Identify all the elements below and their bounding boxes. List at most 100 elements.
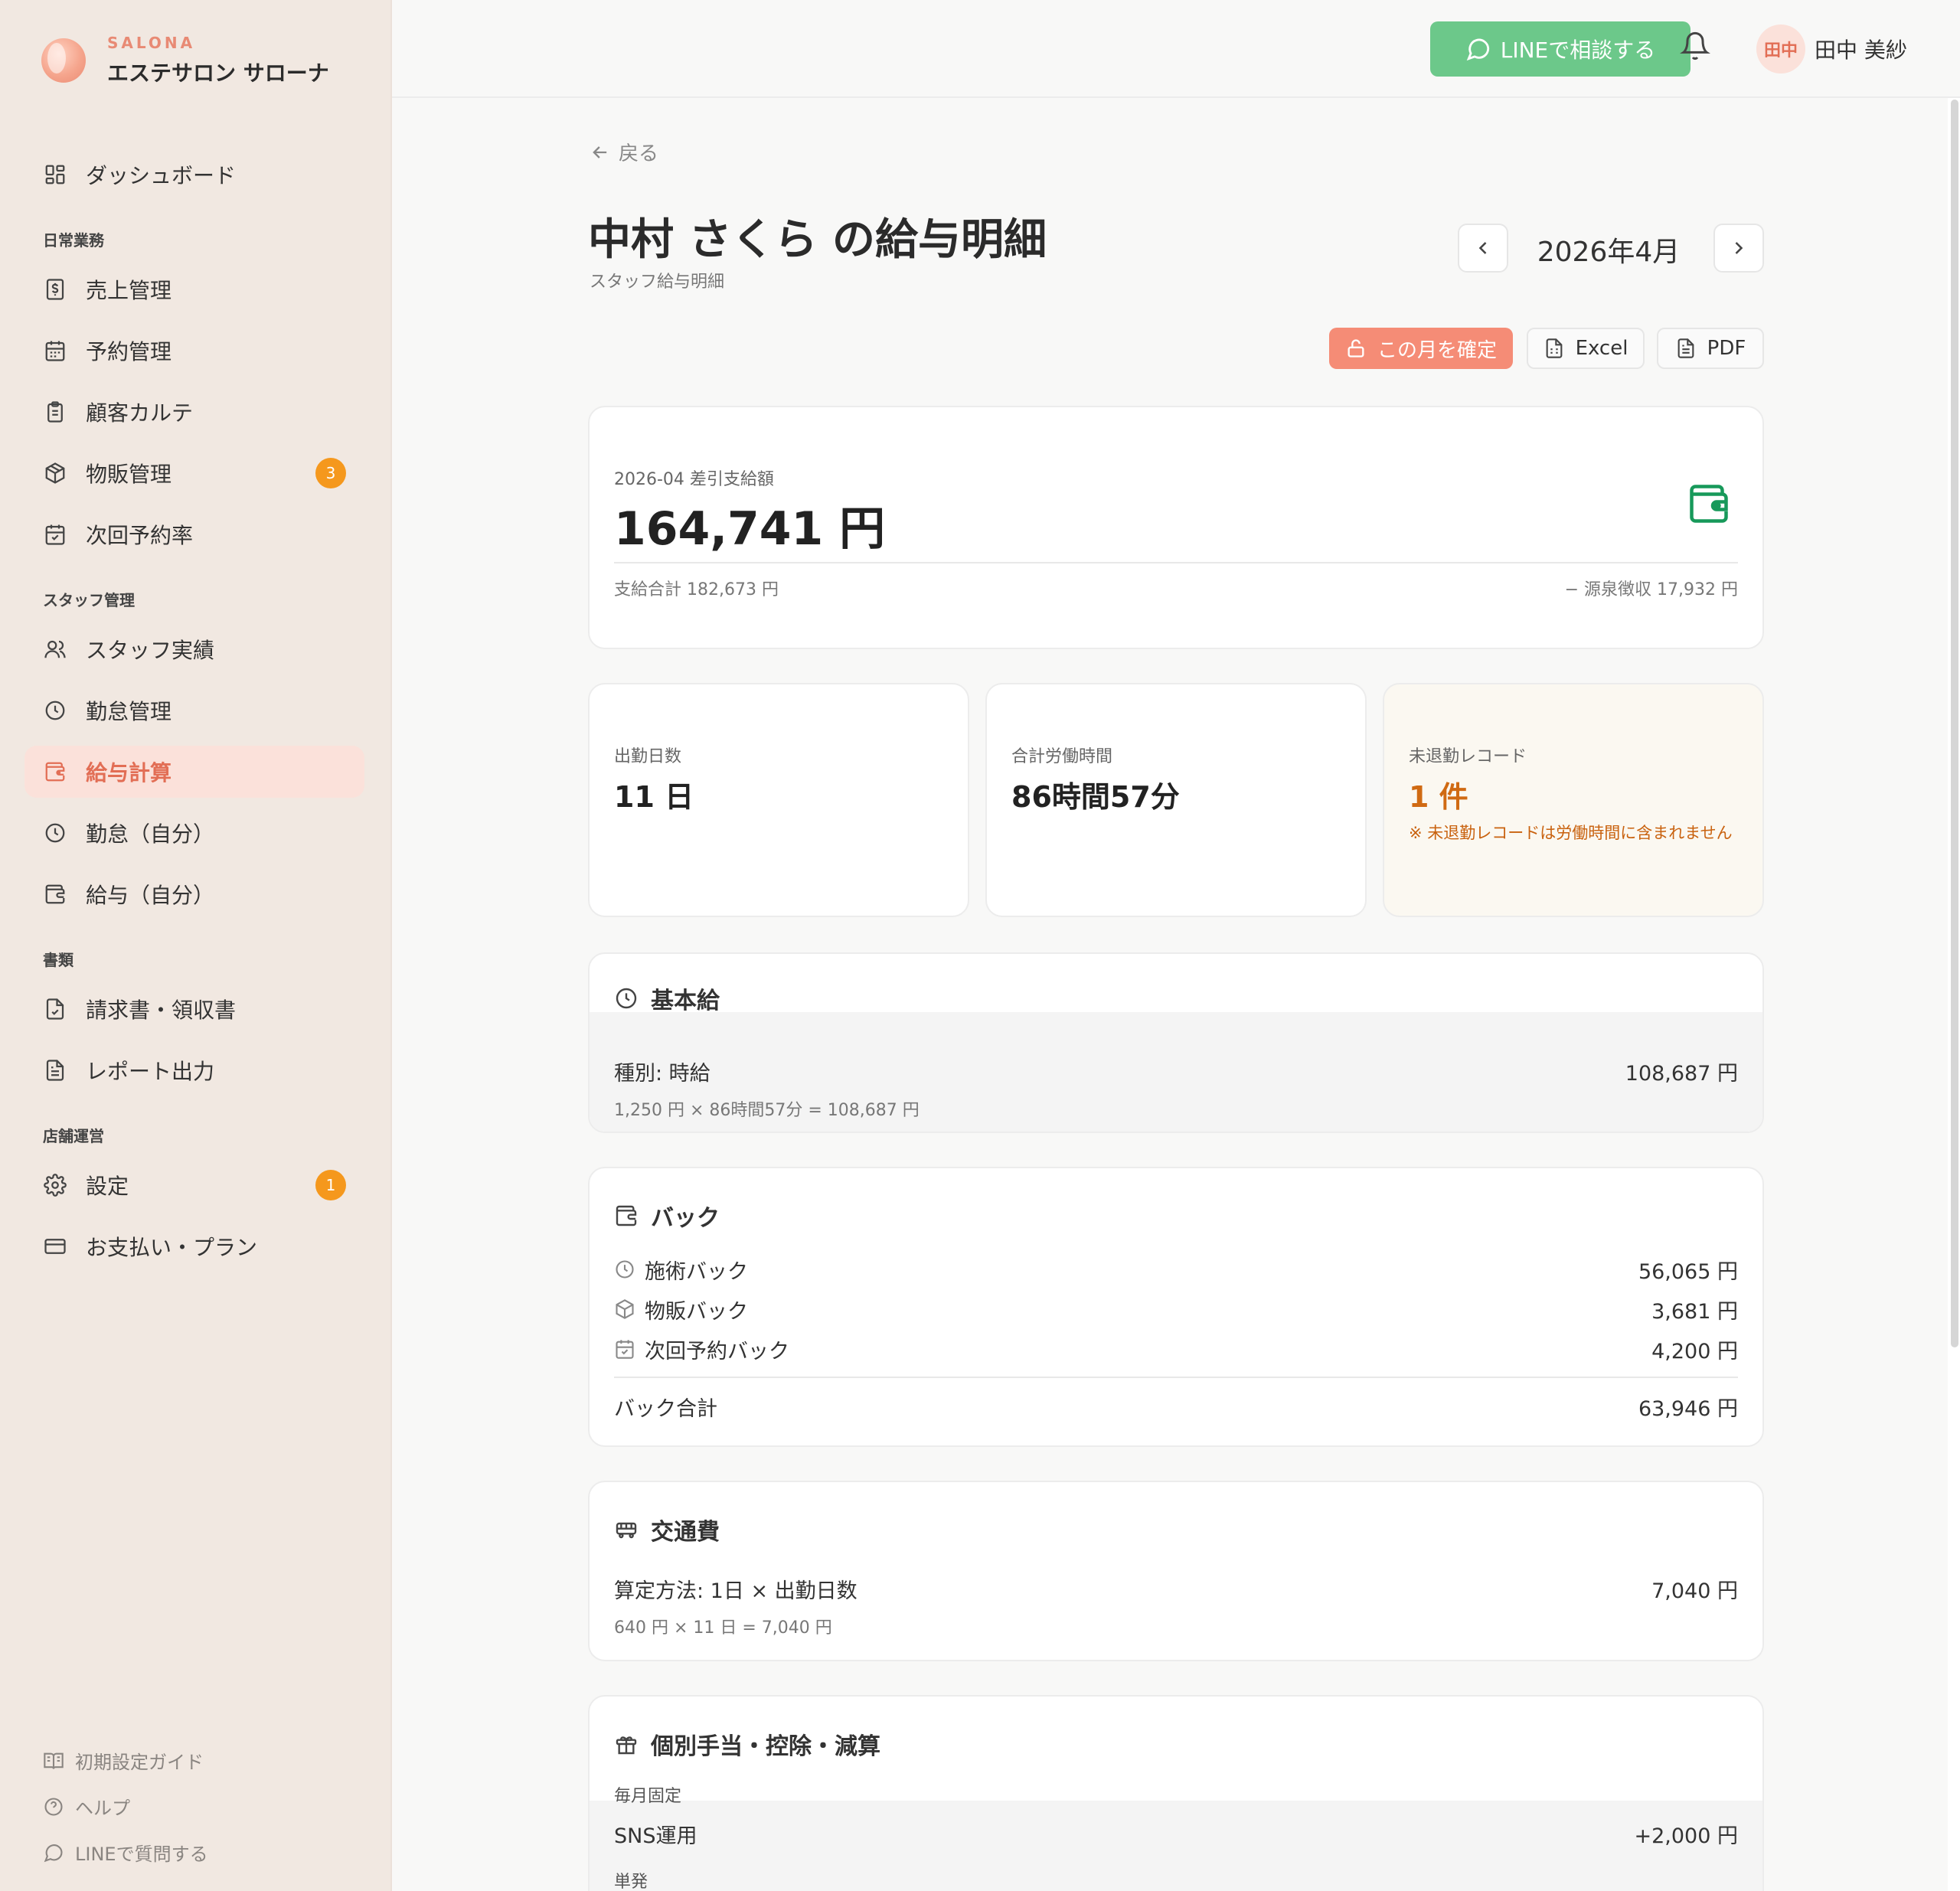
users-icon [43, 637, 67, 661]
section-header: 個別手当・控除・減算 [614, 1727, 880, 1761]
chat-bubble-icon [44, 1844, 63, 1862]
sidebar-item-reservations[interactable]: 予約管理 [24, 325, 364, 377]
sidebar-item-invoices[interactable]: 請求書・領収書 [24, 983, 364, 1035]
transport-card: 交通費 算定方法: 1日 × 出勤日数 7,040 円 640 円 × 11 日… [588, 1481, 1764, 1661]
brand-logo [41, 38, 86, 83]
commission-total-value: 63,946 円 [1638, 1397, 1738, 1421]
help-circle-icon [44, 1797, 63, 1816]
avatar[interactable]: 田中 [1756, 24, 1805, 73]
net-pay-amount: 164,741 円 [614, 502, 886, 556]
chevron-left-icon [1478, 242, 1487, 254]
sidebar-item-label: 給与計算 [86, 760, 172, 785]
sidebar-item-sales[interactable]: 売上管理 [24, 263, 364, 315]
sidebar-item-reports[interactable]: レポート出力 [24, 1044, 364, 1096]
sidebar-item-label: 次回予約率 [86, 523, 194, 548]
line-ask-label: LINEで質問する [75, 1844, 208, 1865]
sidebar-item-attendance-self[interactable]: 勤怠（自分） [24, 807, 364, 859]
sidebar-item-payroll-self[interactable]: 給与（自分） [24, 868, 364, 920]
gift-icon [616, 1736, 637, 1755]
nav-section-store: 店舗運営 [43, 1127, 104, 1145]
sidebar-item-karte[interactable]: 顧客カルテ [24, 386, 364, 438]
section-header: 基本給 [614, 981, 720, 1015]
sidebar-item-merch[interactable]: 物販管理 3 [24, 447, 364, 499]
gear-icon [43, 1173, 67, 1197]
sidebar-item-label: 勤怠（自分） [86, 821, 215, 847]
allowance-sns-label: SNS運用 [614, 1824, 697, 1848]
pdf-export-button[interactable]: PDF [1657, 328, 1764, 369]
brand-name: エステサロン サローナ [107, 60, 329, 86]
brand[interactable]: SALONA エステサロン サローナ [41, 34, 329, 87]
chat-bubble-icon [1466, 38, 1489, 61]
divider [614, 1377, 1738, 1378]
allowance-single-label: 単発 [614, 1873, 648, 1891]
help-link[interactable]: ヘルプ [43, 1793, 130, 1820]
back-label: 戻る [619, 142, 659, 165]
bell-icon[interactable] [1680, 31, 1717, 67]
section-title: 個別手当・控除・減算 [651, 1733, 880, 1760]
net-pay-label: 2026-04 差引支給額 [614, 470, 774, 489]
sidebar-item-next-rate[interactable]: 次回予約率 [24, 508, 364, 560]
commission-label: 施術バック [645, 1259, 748, 1284]
commission-label: 物販バック [645, 1299, 748, 1324]
sidebar-item-payroll[interactable]: 給与計算 [24, 746, 364, 798]
open-records-note: ※ 未退勤レコードは労働時間に含まれません [1409, 824, 1733, 842]
chevron-right-icon [1735, 242, 1743, 254]
scrollbar-thumb[interactable] [1951, 100, 1958, 1347]
page-title: 中村 さくら の給与明細 [588, 215, 1047, 265]
topbar: LINEで相談する 田中 田中 美紗 [392, 0, 1960, 98]
sidebar-item-dashboard[interactable]: ダッシュボード [24, 149, 364, 201]
commission-value: 56,065 円 [1638, 1259, 1738, 1284]
stat-label: 未退勤レコード [1409, 747, 1527, 766]
pdf-label: PDF [1707, 337, 1746, 360]
package-icon [616, 1299, 634, 1319]
section-title: 基本給 [651, 988, 720, 1014]
gross-pay: 支給合計 182,673 円 [614, 580, 779, 599]
commission-total-label: バック合計 [614, 1397, 717, 1421]
line-consult-button[interactable]: LINEで相談する [1430, 21, 1690, 77]
merch-badge: 3 [315, 458, 346, 488]
stat-value: 11 日 [614, 780, 694, 814]
net-pay-card: 2026-04 差引支給額 164,741 円 支給合計 182,673 円 −… [588, 406, 1764, 649]
clock-icon [43, 821, 67, 845]
confirm-month-button[interactable]: この月を確定 [1329, 328, 1513, 369]
divider [614, 562, 1738, 563]
file-text-icon [1677, 338, 1694, 358]
sidebar-item-label: 勤怠管理 [86, 699, 172, 724]
sidebar-item-label: 売上管理 [86, 278, 172, 303]
line-consult-label: LINEで相談する [1500, 38, 1656, 63]
excel-export-button[interactable]: Excel [1527, 328, 1645, 369]
sidebar: SALONA エステサロン サローナ ダッシュボード 日常業務 売上管理 予約管… [0, 0, 392, 1891]
sidebar-item-label: スタッフ実績 [86, 638, 215, 663]
wallet-icon [43, 882, 67, 906]
setup-guide-link[interactable]: 初期設定ガイド [43, 1747, 204, 1774]
help-label: ヘルプ [75, 1798, 130, 1819]
nav-section-daily: 日常業務 [43, 231, 104, 250]
grid-icon [43, 162, 67, 187]
file-check-icon [43, 997, 67, 1021]
allowance-sns-value: +2,000 円 [1634, 1824, 1738, 1848]
back-link[interactable]: 戻る [590, 138, 658, 166]
sidebar-item-label: 物販管理 [86, 462, 172, 487]
user-name[interactable]: 田中 美紗 [1815, 34, 1907, 64]
withholding-tax: − 源泉徴収 17,932 円 [1564, 580, 1738, 599]
stat-open-records: 未退勤レコード 1 件 ※ 未退勤レコードは労働時間に含まれません [1383, 683, 1764, 917]
calendar-icon [43, 338, 67, 363]
prev-month-button[interactable] [1458, 224, 1508, 273]
credit-card-icon [43, 1234, 67, 1259]
clock-icon [616, 1260, 634, 1279]
commission-row: 施術バック 56,065 円 [614, 1254, 1738, 1285]
stat-work-hours: 合計労働時間 86時間57分 [985, 683, 1367, 917]
sidebar-item-attendance[interactable]: 勤怠管理 [24, 684, 364, 736]
stat-work-days: 出勤日数 11 日 [588, 683, 969, 917]
sidebar-item-label: お支払い・プラン [86, 1235, 258, 1260]
sidebar-item-billing[interactable]: お支払い・プラン [24, 1220, 364, 1272]
sidebar-item-settings[interactable]: 設定 1 [24, 1159, 364, 1211]
next-month-button[interactable] [1713, 224, 1764, 273]
package-icon [43, 461, 67, 485]
sidebar-item-label: ダッシュボード [86, 163, 237, 188]
stat-label: 出勤日数 [614, 747, 682, 766]
base-salary-card: 基本給 種別: 時給 108,687 円 1,250 円 × 86時間57分 =… [588, 952, 1764, 1133]
line-ask-link[interactable]: LINEで質問する [43, 1839, 208, 1866]
sidebar-item-staff-performance[interactable]: スタッフ実績 [24, 623, 364, 675]
section-header: バック [614, 1199, 720, 1233]
